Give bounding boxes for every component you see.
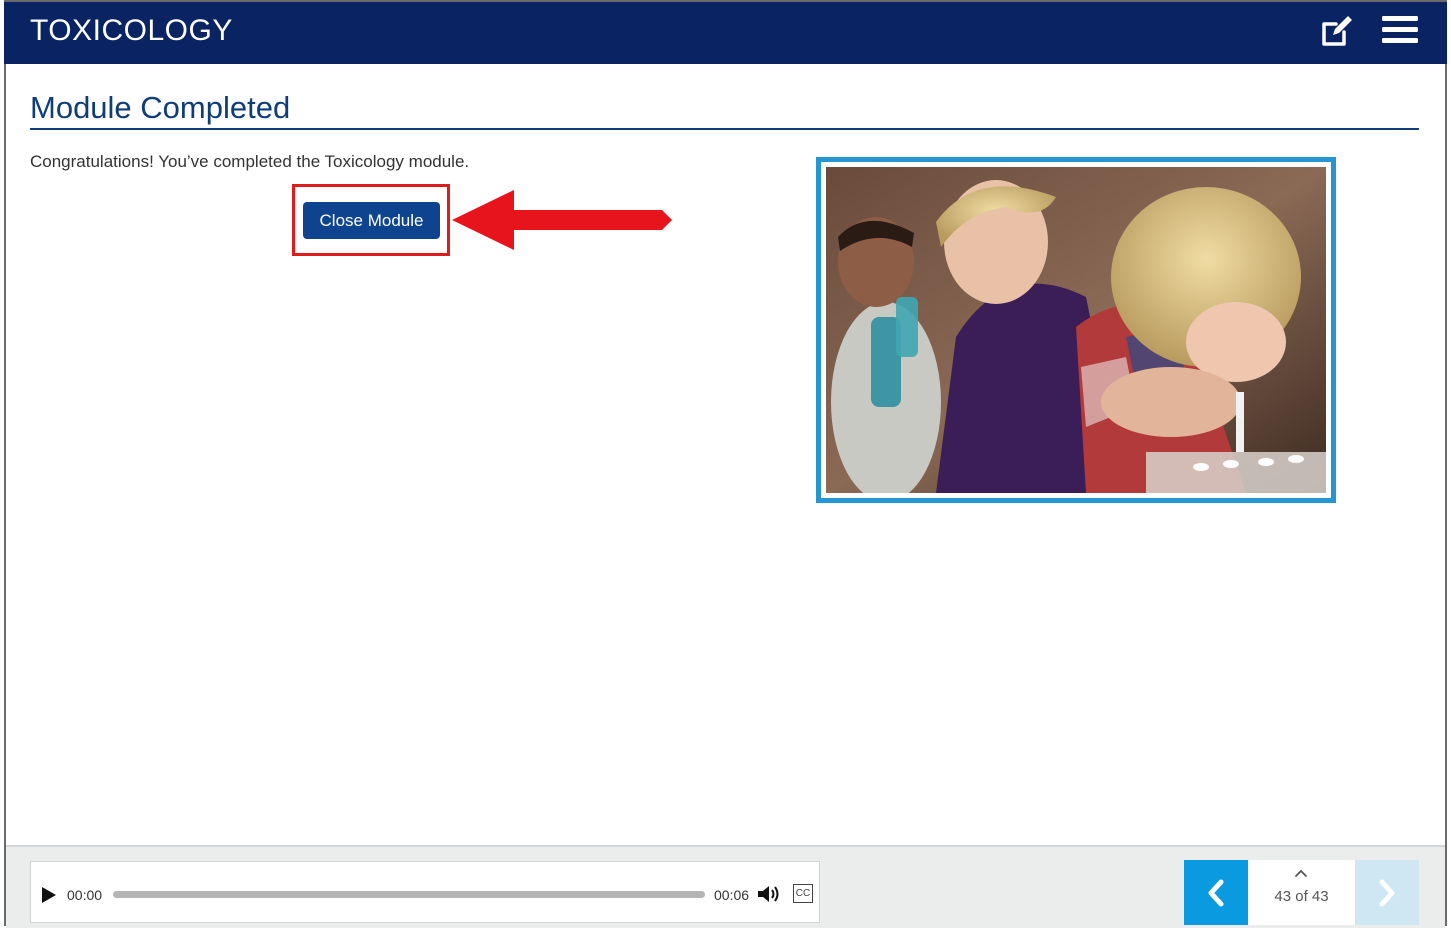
completion-message: Congratulations! You’ve completed the To… <box>30 152 470 171</box>
audio-player: 00:00 00:06 CC <box>30 861 820 923</box>
current-time: 00:00 <box>67 887 103 903</box>
page-counter: 43 of 43 <box>1274 888 1329 905</box>
seek-bar[interactable] <box>113 891 705 898</box>
play-button[interactable] <box>41 886 57 904</box>
pointer-arrow-icon <box>452 190 672 250</box>
page-indicator: 43 of 43 <box>1248 860 1355 925</box>
volume-button[interactable] <box>757 884 781 904</box>
chevron-left-icon <box>1208 879 1224 907</box>
header-bar: TOXICOLOGY <box>4 0 1447 64</box>
footer-bar: 00:00 00:06 CC 43 of 43 <box>6 845 1445 928</box>
duration: 00:06 <box>714 887 750 903</box>
title-divider <box>30 128 1419 130</box>
teens-photo <box>826 167 1326 493</box>
edit-icon <box>1322 16 1352 46</box>
close-module-button[interactable]: Close Module <box>303 202 440 239</box>
menu-icon <box>1382 16 1418 43</box>
page-title: Module Completed <box>30 90 291 125</box>
chevron-right-icon <box>1379 879 1395 907</box>
app-title: TOXICOLOGY <box>30 14 233 47</box>
play-icon <box>42 887 56 903</box>
chevron-up-icon[interactable] <box>1294 868 1308 878</box>
closed-captions-button[interactable]: CC <box>793 884 813 903</box>
previous-page-button[interactable] <box>1184 860 1248 925</box>
volume-icon <box>758 886 779 902</box>
closed-captions-icon: CC <box>795 888 811 899</box>
module-image <box>816 157 1336 503</box>
edit-notes-button[interactable] <box>1314 10 1358 54</box>
next-page-button[interactable] <box>1355 860 1419 925</box>
main-menu-button[interactable] <box>1378 10 1422 54</box>
